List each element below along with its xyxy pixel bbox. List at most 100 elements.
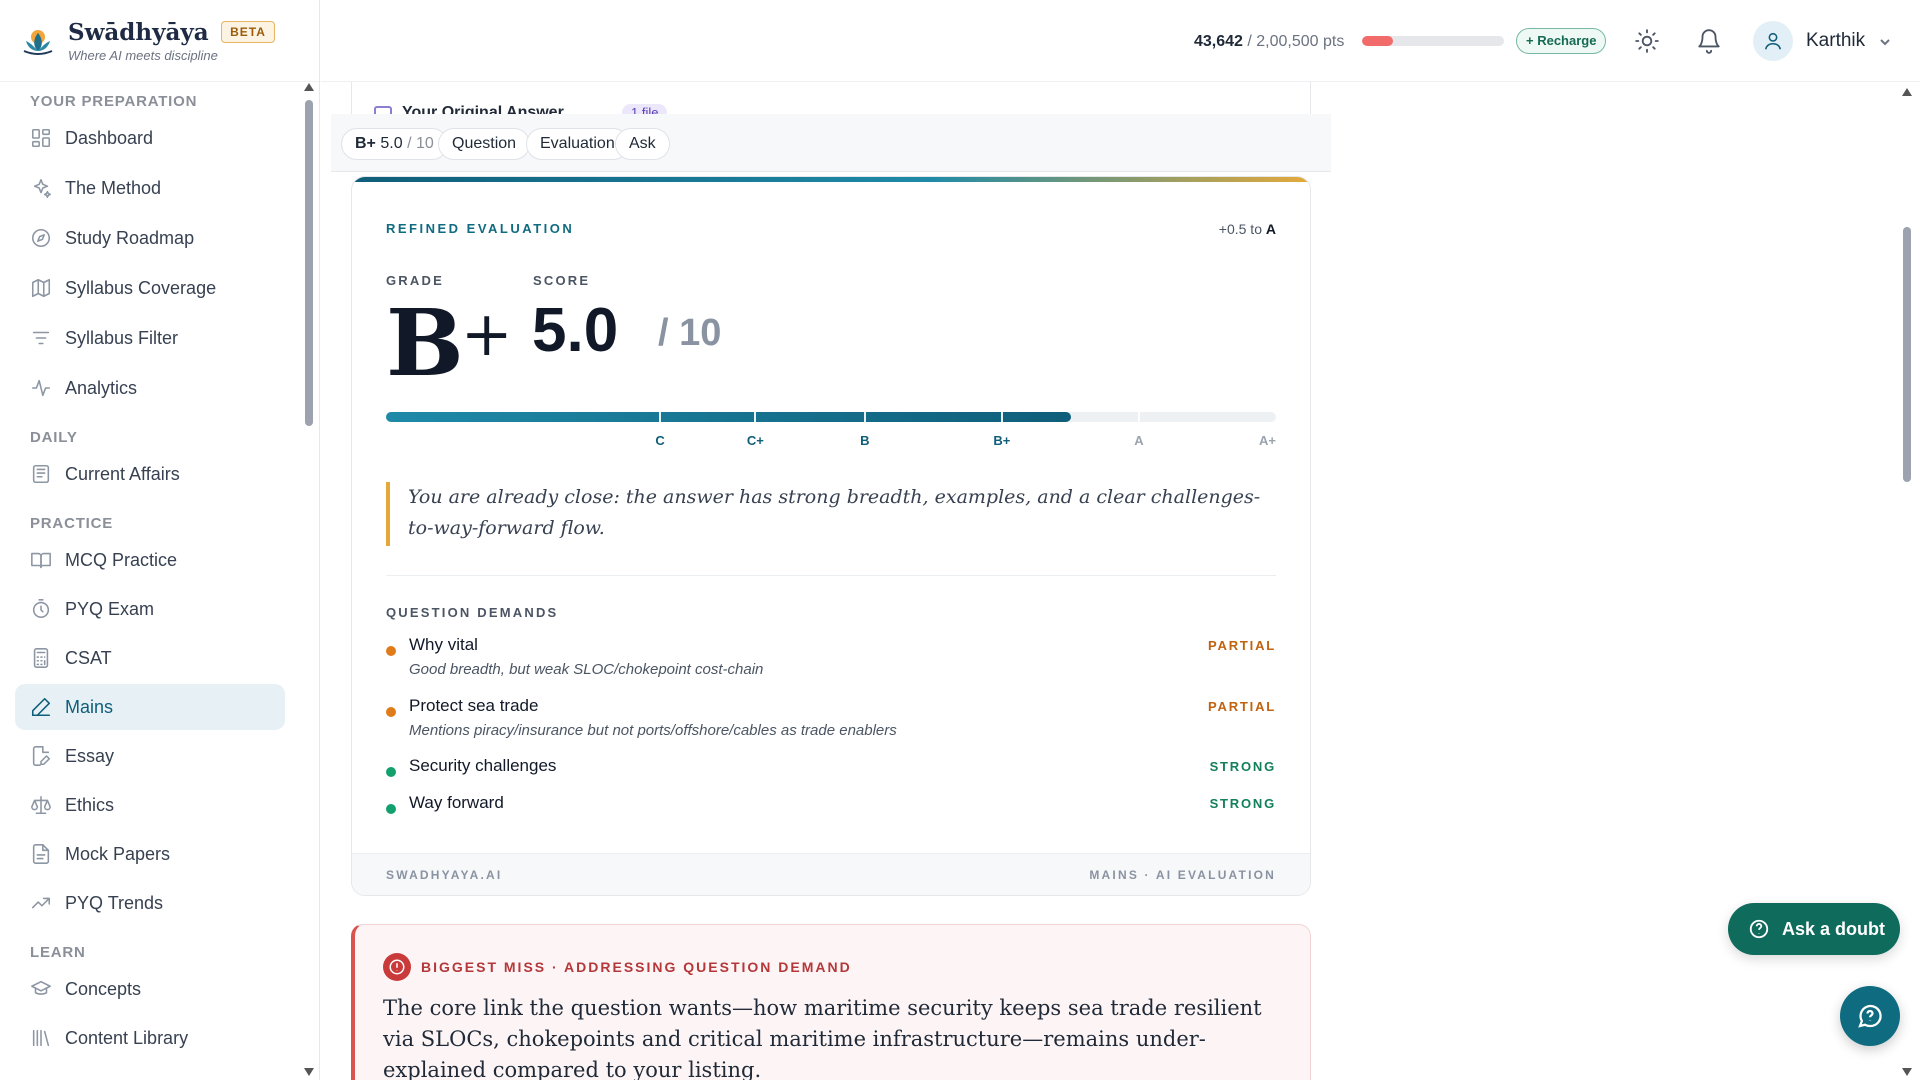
points-progress-fill xyxy=(1362,36,1393,46)
sidebar-item-content-library[interactable]: Content Library xyxy=(15,1015,285,1061)
section-learn: LEARN xyxy=(30,944,86,961)
sidebar-item-mains[interactable]: Mains xyxy=(15,684,285,730)
sidebar-item-label: Mains xyxy=(65,696,114,717)
sidebar-item-study-roadmap[interactable]: Study Roadmap xyxy=(15,215,285,261)
partial-dot-icon xyxy=(386,646,396,656)
tab-question[interactable]: Question xyxy=(438,128,531,160)
sidebar-item-label: PYQ Trends xyxy=(65,892,164,913)
scroll-down-arrow-icon[interactable] xyxy=(304,1068,314,1076)
grade-caption: GRADE xyxy=(386,273,444,288)
question-demands-caption: QUESTION DEMANDS xyxy=(386,605,559,620)
score-max: / 10 xyxy=(658,312,722,354)
map-icon xyxy=(31,278,51,298)
evaluation-footer: SWADHYAYA.AI MAINS · AI EVALUATION xyxy=(352,853,1310,895)
pen-icon xyxy=(31,697,51,717)
brand[interactable]: Swādhyāya BETA Where AI meets discipline xyxy=(0,0,319,82)
sidebar-item-the-method[interactable]: The Method xyxy=(15,165,285,211)
sidebar-item-label: Essay xyxy=(65,745,115,766)
sidebar-scrollbar[interactable] xyxy=(303,82,315,1080)
points-current: 43,642 xyxy=(1194,33,1243,50)
demand-name: Way forward xyxy=(409,793,504,812)
scroll-up-arrow-icon[interactable] xyxy=(304,83,314,91)
main-scroll-thumb[interactable] xyxy=(1903,227,1911,482)
sidebar-nav: YOUR PREPARATION Dashboard The Method St… xyxy=(0,82,300,1080)
section-your-preparation: YOUR PREPARATION xyxy=(30,93,198,110)
sidebar-item-mock-papers[interactable]: Mock Papers xyxy=(15,831,285,877)
grade-letter: B xyxy=(386,289,464,397)
chat-button[interactable] xyxy=(1840,986,1900,1046)
tab-ask[interactable]: Ask xyxy=(615,128,670,160)
grade-scale-label: A xyxy=(1134,433,1144,448)
grade-scale-tick xyxy=(863,412,866,422)
recharge-button[interactable]: + Recharge xyxy=(1516,28,1607,54)
refined-evaluation-card: REFINED EVALUATION +0.5 to A GRADE SCORE… xyxy=(351,176,1311,896)
avatar xyxy=(1753,21,1793,61)
section-practice: PRACTICE xyxy=(30,515,114,532)
biggest-miss-card: BIGGEST MISS · ADDRESSING QUESTION DEMAN… xyxy=(351,924,1311,1080)
delta-prefix: +0.5 to xyxy=(1218,221,1262,237)
biggest-miss-text: The core link the question wants—how mar… xyxy=(383,996,1262,1080)
grade-scale-tick xyxy=(1000,412,1003,422)
sidebar-item-pyq-trends[interactable]: PYQ Trends xyxy=(15,880,285,926)
dashboard-icon xyxy=(31,128,51,148)
sidebar-item-dashboard[interactable]: Dashboard xyxy=(15,115,285,161)
sidebar-item-label: MCQ Practice xyxy=(65,549,178,570)
sidebar-item-syllabus-coverage[interactable]: Syllabus Coverage xyxy=(15,265,285,311)
book-open-icon xyxy=(31,552,51,569)
newspaper-icon xyxy=(32,464,50,484)
sidebar-item-mcq-practice[interactable]: MCQ Practice xyxy=(15,537,285,583)
sidebar-item-syllabus-filter[interactable]: Syllabus Filter xyxy=(15,315,285,361)
sidebar-item-essay[interactable]: Essay xyxy=(15,733,285,779)
score-caption: SCORE xyxy=(533,273,591,288)
footer-brand: SWADHYAYA.AI xyxy=(386,868,503,882)
section-daily: DAILY xyxy=(30,429,78,446)
grade-scale-label: A+ xyxy=(1259,433,1276,448)
beta-badge: BETA xyxy=(221,20,275,43)
notifications-button[interactable] xyxy=(1696,28,1722,54)
grade-plus: + xyxy=(460,297,513,370)
chevron-down-icon xyxy=(1879,35,1891,47)
section-tabs: B+ 5.0 / 10 Question Evaluation Ask xyxy=(331,114,1331,172)
scroll-down-arrow-icon[interactable] xyxy=(1902,1068,1912,1076)
demand-name: Why vital xyxy=(409,635,478,654)
sidebar-scroll-thumb[interactable] xyxy=(305,100,313,426)
sidebar-item-current-affairs[interactable]: Current Affairs xyxy=(15,451,285,497)
biggest-miss-label: BIGGEST MISS · ADDRESSING QUESTION DEMAN… xyxy=(421,959,852,975)
evaluation-summary: You are already close: the answer has st… xyxy=(386,482,1276,546)
user-menu[interactable]: Karthik xyxy=(1753,20,1891,62)
main-scrollbar[interactable] xyxy=(1900,82,1914,1080)
user-icon xyxy=(1764,32,1782,50)
sidebar-item-label: CSAT xyxy=(65,647,112,668)
sparkle-icon xyxy=(33,178,51,198)
grade-value: B+ xyxy=(386,289,513,397)
sidebar-item-label: Current Affairs xyxy=(65,463,180,484)
compass-icon xyxy=(31,228,51,248)
demand-status: PARTIAL xyxy=(1208,638,1276,653)
trending-up-icon xyxy=(31,897,51,909)
graduation-cap-icon xyxy=(31,980,51,995)
sidebar-item-label: Mock Papers xyxy=(65,843,171,864)
tab-evaluation[interactable]: Evaluation xyxy=(526,128,629,160)
demand-item: Way forward STRONG xyxy=(386,793,1276,819)
theme-toggle-button[interactable] xyxy=(1634,28,1660,54)
tab-grade-summary[interactable]: B+ 5.0 / 10 xyxy=(341,128,448,160)
sidebar-item-label: Study Roadmap xyxy=(65,227,195,248)
scroll-up-arrow-icon[interactable] xyxy=(1902,88,1912,96)
sidebar-item-analytics[interactable]: Analytics xyxy=(15,365,285,411)
footer-context: MAINS · AI EVALUATION xyxy=(1089,868,1276,882)
brand-name: Swādhyāya xyxy=(68,18,209,46)
calculator-icon xyxy=(33,648,49,668)
bell-icon xyxy=(1698,29,1720,54)
lotus-logo-icon xyxy=(23,29,53,55)
sidebar-item-pyq-exam[interactable]: PYQ Exam xyxy=(15,586,285,632)
demand-desc: Mentions piracy/insurance but not ports/… xyxy=(409,722,897,739)
ask-doubt-label: Ask a doubt xyxy=(1782,918,1886,939)
sidebar-item-csat[interactable]: CSAT xyxy=(15,635,285,681)
ask-doubt-button[interactable]: Ask a doubt xyxy=(1728,903,1900,955)
sidebar: Swādhyāya BETA Where AI meets discipline… xyxy=(0,0,320,1080)
grade-scale-label: C+ xyxy=(746,433,764,448)
sidebar-item-concepts[interactable]: Concepts xyxy=(15,966,285,1012)
sidebar-item-ethics[interactable]: Ethics xyxy=(15,782,285,828)
grade-scale-fill xyxy=(386,412,1072,422)
score-value: 5.0 xyxy=(532,296,619,365)
